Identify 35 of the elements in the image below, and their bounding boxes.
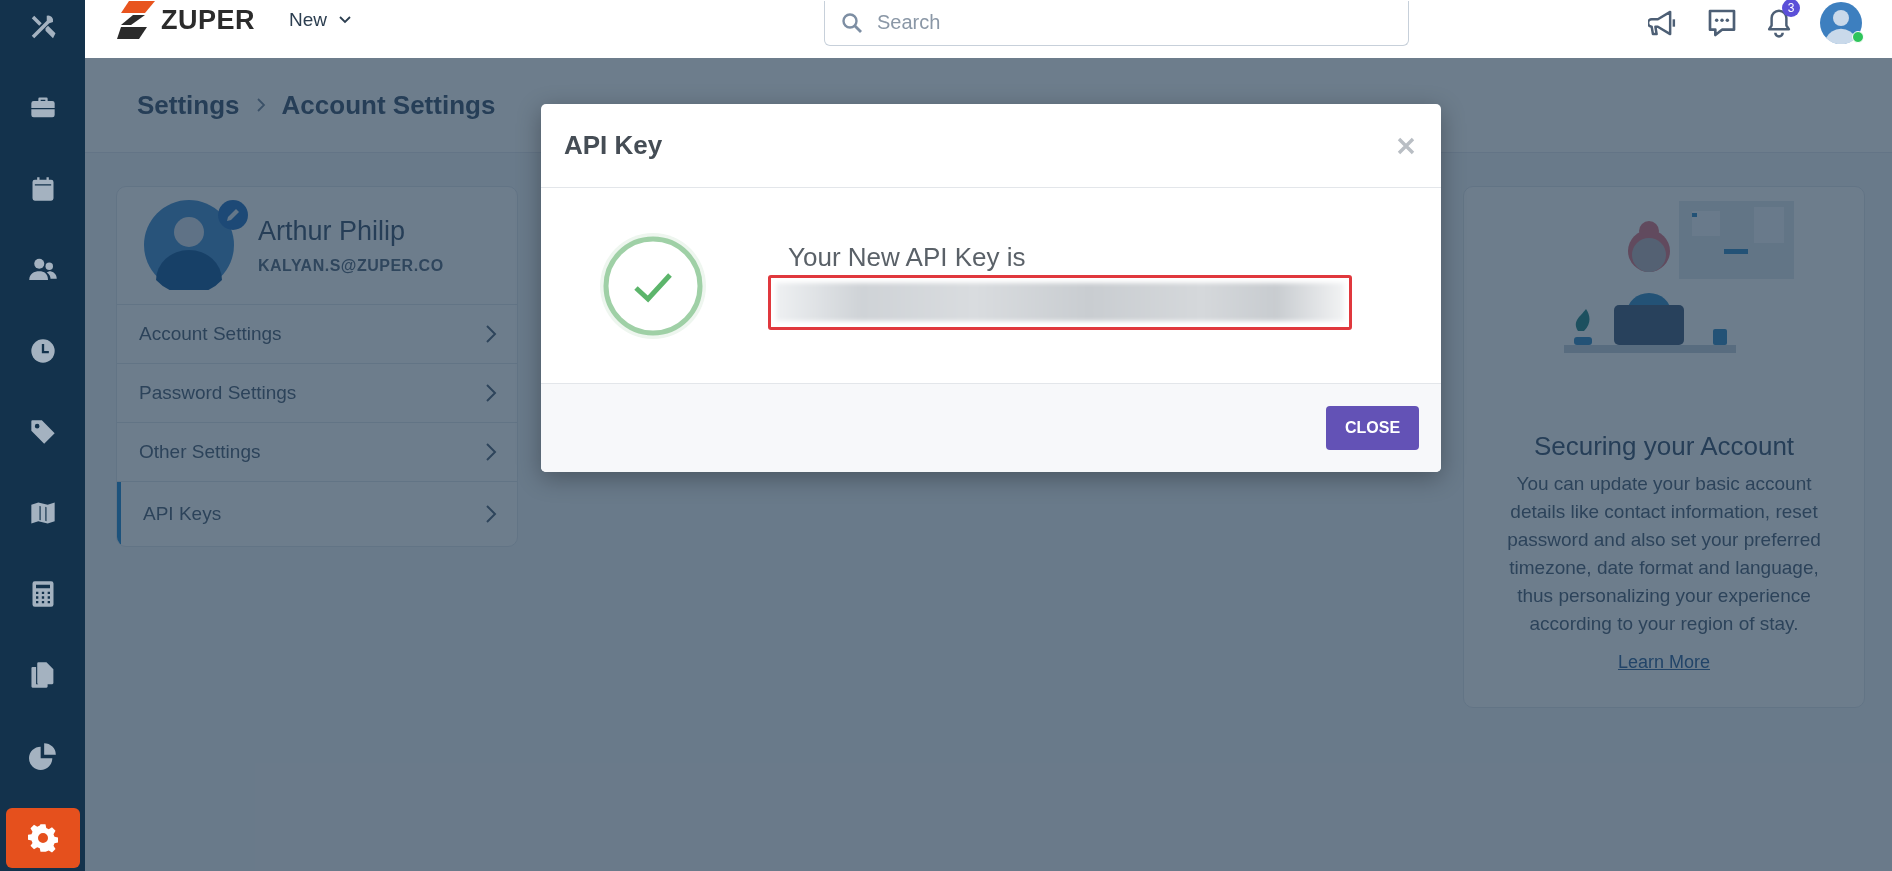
avatar[interactable] bbox=[1820, 2, 1862, 44]
new-menu-button[interactable]: New bbox=[283, 8, 358, 32]
sidebar-item[interactable] bbox=[5, 808, 80, 868]
chevron-right-icon bbox=[485, 504, 497, 524]
close-button[interactable]: CLOSE bbox=[1326, 406, 1419, 450]
settings-icon bbox=[27, 823, 58, 853]
search-field[interactable]: Search bbox=[824, 0, 1410, 46]
chevron-down-icon bbox=[339, 16, 352, 24]
chevron-right-icon bbox=[485, 324, 497, 344]
settings-menu-item[interactable]: Account Settings bbox=[117, 305, 517, 364]
chevron-right-icon bbox=[485, 383, 497, 403]
chevron-right-icon bbox=[485, 442, 497, 462]
breadcrumb-current: Account Settings bbox=[281, 89, 496, 121]
profile-email: KALYAN.S@ZUPER.CO bbox=[258, 256, 444, 275]
settings-menu-item[interactable]: Password Settings bbox=[117, 364, 517, 423]
notification-badge: 3 bbox=[1782, 0, 1800, 17]
learn-more-link[interactable]: Learn More bbox=[1617, 652, 1711, 673]
info-card-text: You can update your basic account details like contact information, reset password and also set your preferred timezone, date format and language, thus personalizing your experience according to your region of stay. bbox=[1506, 472, 1822, 636]
info-card-title: Securing your Account bbox=[1533, 431, 1795, 462]
clock-icon bbox=[28, 337, 57, 365]
logo-icon bbox=[117, 1, 157, 39]
dialog-title: API Key bbox=[564, 130, 663, 161]
chat-icon[interactable] bbox=[1706, 7, 1738, 39]
chevron-right-icon bbox=[255, 97, 266, 113]
profile-name: Arthur Philip bbox=[258, 215, 407, 247]
calculator-icon bbox=[29, 580, 56, 608]
settings-menu-item[interactable]: API Keys bbox=[117, 482, 517, 546]
pie-chart-icon bbox=[28, 742, 57, 770]
online-status-dot bbox=[1852, 31, 1864, 43]
tag-icon bbox=[28, 418, 57, 446]
success-check-icon bbox=[598, 230, 708, 341]
api-key-message: Your New API Key is bbox=[788, 241, 1027, 273]
settings-menu-item[interactable]: Other Settings bbox=[117, 423, 517, 482]
breadcrumb-link[interactable]: Settings bbox=[137, 89, 240, 121]
logo-text: ZUPER bbox=[161, 4, 255, 36]
